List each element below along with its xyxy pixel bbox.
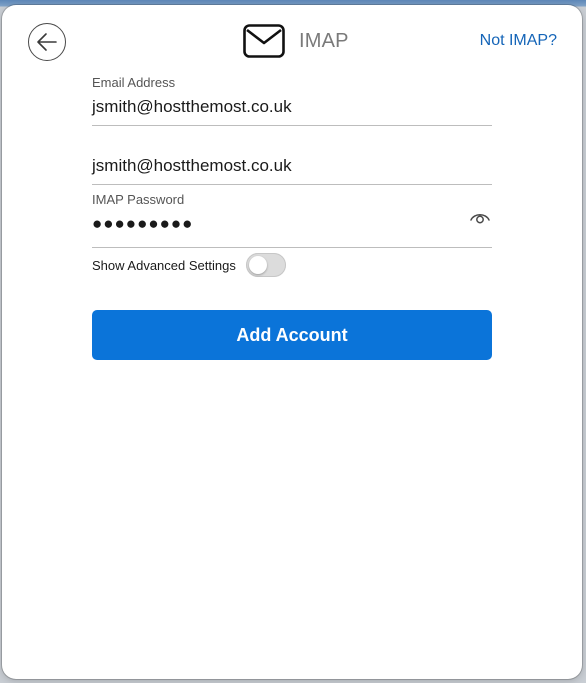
toggle-knob xyxy=(248,256,267,274)
username-field[interactable]: jsmith@hostthemost.co.uk xyxy=(92,125,492,185)
email-field-value[interactable]: jsmith@hostthemost.co.uk xyxy=(92,97,292,117)
password-field[interactable]: IMAP Password ●●●●●●●●● xyxy=(92,184,492,248)
email-field-label: Email Address xyxy=(92,75,176,90)
header: IMAP xyxy=(243,24,349,58)
password-field-label: IMAP Password xyxy=(92,192,185,207)
envelope-icon xyxy=(243,24,285,58)
add-account-button[interactable]: Add Account xyxy=(92,310,492,360)
advanced-settings-toggle[interactable] xyxy=(245,253,286,277)
back-arrow-icon xyxy=(35,30,59,54)
not-imap-link[interactable]: Not IMAP? xyxy=(480,32,557,50)
advanced-settings-row: Show Advanced Settings xyxy=(92,253,286,277)
advanced-settings-label: Show Advanced Settings xyxy=(92,257,236,273)
page-title: IMAP xyxy=(299,29,349,52)
add-account-sheet: IMAP Not IMAP? Email Address jsmith@host… xyxy=(2,5,582,679)
eye-icon[interactable] xyxy=(469,208,491,226)
password-field-value[interactable]: ●●●●●●●●● xyxy=(92,214,193,234)
username-field-value[interactable]: jsmith@hostthemost.co.uk xyxy=(92,156,292,176)
email-field[interactable]: Email Address jsmith@hostthemost.co.uk xyxy=(92,69,492,126)
back-button[interactable] xyxy=(28,23,66,61)
